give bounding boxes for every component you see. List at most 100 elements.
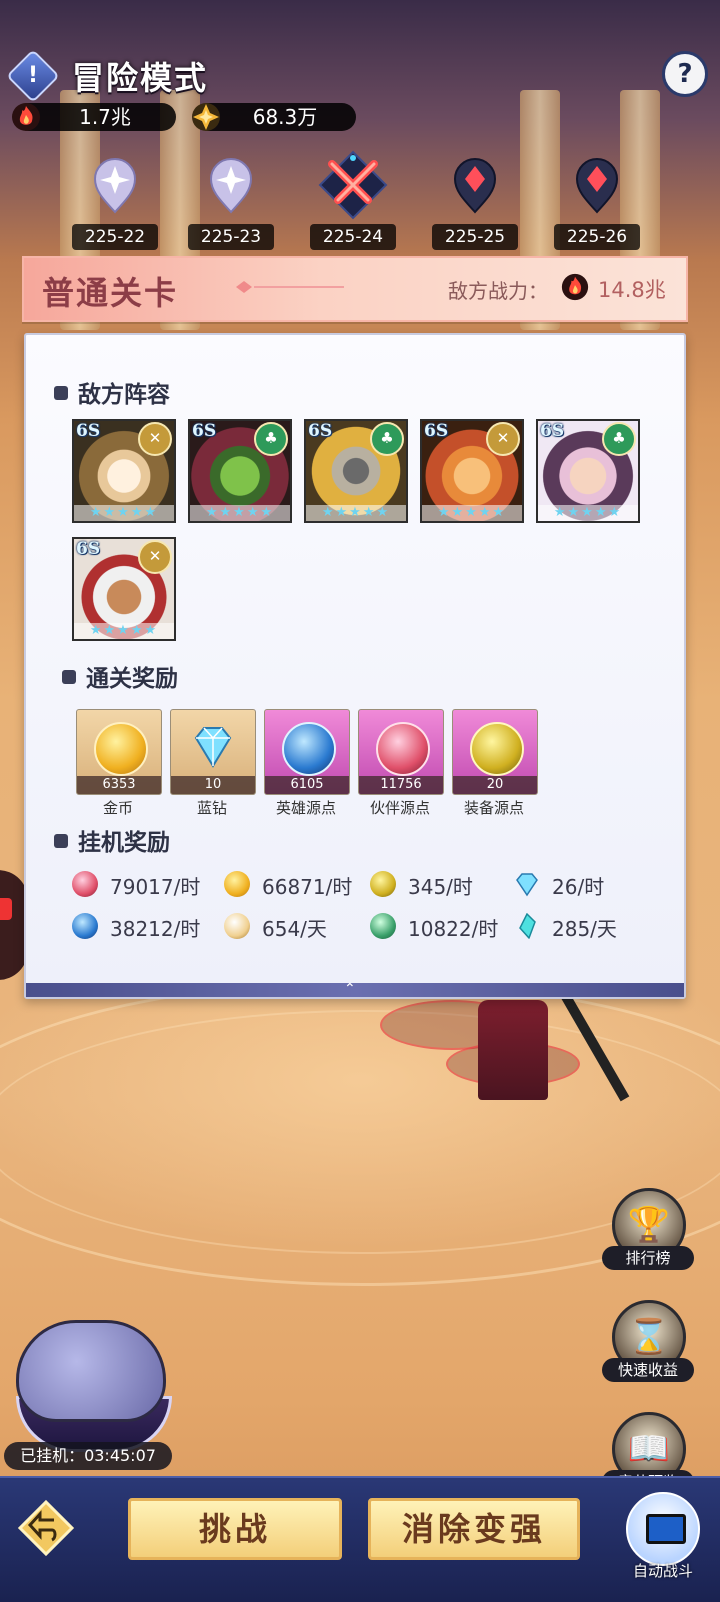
enemy-hero-card[interactable]: 6S ♣ ★★★★★ xyxy=(188,419,292,523)
bottom-bar: 挑战 消除变强 自动战斗 xyxy=(0,1476,720,1602)
reward-item[interactable]: 11756 xyxy=(358,709,444,795)
quick-earnings-button[interactable]: ⌛ 快速收益 xyxy=(602,1300,694,1390)
page-title: 冒险模式 xyxy=(72,59,209,97)
tree-icon: ♣ xyxy=(370,422,404,456)
idle-reward-rate: 285/天 xyxy=(552,917,617,941)
crystal-shard-icon xyxy=(519,913,536,939)
compass-orb-icon xyxy=(224,913,250,939)
blue-diamond-icon xyxy=(516,873,538,897)
locked-stage-icon xyxy=(575,158,619,214)
fire-power-icon xyxy=(561,273,589,301)
exclamation-icon[interactable]: ! xyxy=(6,49,60,103)
hero-level: 6S xyxy=(76,539,101,559)
reward-name: 蓝钻 xyxy=(196,799,227,817)
reward-name: 装备源点 xyxy=(463,799,524,817)
stage-node-225-26[interactable]: 225-26 xyxy=(552,158,642,250)
star-rating: ★★★★★ xyxy=(306,505,406,521)
stage-node-225-22[interactable]: 225-22 xyxy=(70,158,160,250)
hero-level: 6S xyxy=(192,421,217,441)
enemy-lineup-heading: 敌方阵容 xyxy=(54,375,170,409)
crossed-swords-icon: ✕ xyxy=(138,540,172,574)
idle-timer: 已挂机：03:45:07 xyxy=(4,1442,172,1470)
power-counter: 1.7兆 xyxy=(12,103,176,131)
reward-count: 11756 xyxy=(359,776,443,794)
temple-icon xyxy=(370,913,396,939)
idle-reward-rate: 66871/时 xyxy=(262,875,353,899)
stage-label: 225-25 xyxy=(432,224,518,250)
hero-essence-icon xyxy=(72,913,98,939)
idle-reward-rate: 10822/时 xyxy=(408,917,499,941)
idle-pet[interactable] xyxy=(10,1300,172,1452)
hero-level: 6S xyxy=(308,421,333,441)
stage-label: 225-26 xyxy=(554,224,640,250)
stage-node-225-23[interactable]: 225-23 xyxy=(186,158,276,250)
sleeping-creature xyxy=(16,1320,166,1422)
stage-label: 225-22 xyxy=(72,224,158,250)
reward-name: 英雄源点 xyxy=(275,799,336,817)
locked-stage-icon xyxy=(453,158,497,214)
reward-item[interactable]: 6105 xyxy=(264,709,350,795)
idle-reward-rate: 654/天 xyxy=(262,917,327,941)
stage-label: 225-23 xyxy=(188,224,274,250)
reward-count: 20 xyxy=(453,776,537,794)
reward-count: 10 xyxy=(171,776,255,794)
strengthen-button[interactable]: 消除变强 xyxy=(368,1498,580,1560)
star-rating: ★★★★★ xyxy=(538,505,638,521)
banner-decoration xyxy=(236,281,344,293)
stage-info-panel: 敌方阵容 6S ✕ ★★★★★ 6S ♣ ★★★★★ 6S ♣ ★★★★★ 6S… xyxy=(24,333,686,999)
enemy-hero-card[interactable]: 6S ✕ ★★★★★ xyxy=(72,537,176,641)
challenge-button[interactable]: 挑战 xyxy=(128,1498,342,1560)
stage-node-225-24[interactable]: 225-24 xyxy=(308,150,398,250)
stage-banner: 普通关卡 敌方战力： 14.8兆 xyxy=(22,256,688,322)
monitor-icon xyxy=(646,1514,686,1544)
idle-rewards-heading: 挂机奖励 xyxy=(54,823,170,857)
panel-collapse-bar[interactable]: ⌃ xyxy=(26,981,684,997)
tree-icon: ♣ xyxy=(254,422,288,456)
auto-battle-label: 自动战斗 xyxy=(632,1562,693,1580)
hero-level: 6S xyxy=(424,421,449,441)
gold-value: 68.3万 xyxy=(252,105,318,129)
enemy-hero-card[interactable]: 6S ♣ ★★★★★ xyxy=(536,419,640,523)
tree-icon: ♣ xyxy=(602,422,636,456)
gold-coin-icon xyxy=(94,722,148,776)
gold-star-icon xyxy=(192,103,220,131)
reward-name: 伙伴源点 xyxy=(369,799,430,817)
cleared-stage-icon xyxy=(209,158,253,214)
reward-count: 6353 xyxy=(77,776,161,794)
idle-reward-rate: 79017/时 xyxy=(110,875,201,899)
reward-item[interactable]: 20 xyxy=(452,709,538,795)
crossed-swords-icon: ✕ xyxy=(486,422,520,456)
enemy-hero-card[interactable]: 6S ✕ ★★★★★ xyxy=(420,419,524,523)
side-button-label: 快速收益 xyxy=(602,1358,694,1382)
stage-label: 225-24 xyxy=(310,224,396,250)
hero-level: 6S xyxy=(540,421,565,441)
cleared-stage-icon xyxy=(93,158,137,214)
top-bar: ! 冒险模式 ? xyxy=(0,45,720,103)
reward-item[interactable]: 6353 xyxy=(76,709,162,795)
back-arrow-icon[interactable] xyxy=(16,1498,76,1558)
idle-reward-rate: 38212/时 xyxy=(110,917,201,941)
crossed-swords-icon xyxy=(318,150,388,220)
clear-rewards-heading: 通关奖励 xyxy=(62,659,178,693)
auto-battle-button[interactable] xyxy=(626,1492,700,1566)
hero-level: 6S xyxy=(76,421,101,441)
gold-coin-icon xyxy=(224,871,250,897)
partner-essence-icon xyxy=(376,722,430,776)
crossed-swords-icon: ✕ xyxy=(138,422,172,456)
hero-figure xyxy=(478,1000,548,1100)
star-rating: ★★★★★ xyxy=(422,505,522,521)
reward-item[interactable]: 10 xyxy=(170,709,256,795)
gold-counter: 68.3万 xyxy=(192,103,356,131)
stage-node-225-25[interactable]: 225-25 xyxy=(430,158,520,250)
blue-diamond-icon xyxy=(194,727,232,768)
side-button-label: 排行榜 xyxy=(602,1246,694,1270)
enemy-hero-card[interactable]: 6S ♣ ★★★★★ xyxy=(304,419,408,523)
leaderboard-button[interactable]: 🏆 排行榜 xyxy=(602,1188,694,1278)
enemy-power-value: 14.8兆 xyxy=(598,278,666,302)
equipment-essence-icon xyxy=(370,871,396,897)
help-button[interactable]: ? xyxy=(662,51,708,97)
chevron-up-icon: ⌃ xyxy=(344,981,356,997)
reward-name: 金币 xyxy=(102,799,133,817)
enemy-hero-card[interactable]: 6S ✕ ★★★★★ xyxy=(72,419,176,523)
idle-reward-rate: 26/时 xyxy=(552,875,605,899)
